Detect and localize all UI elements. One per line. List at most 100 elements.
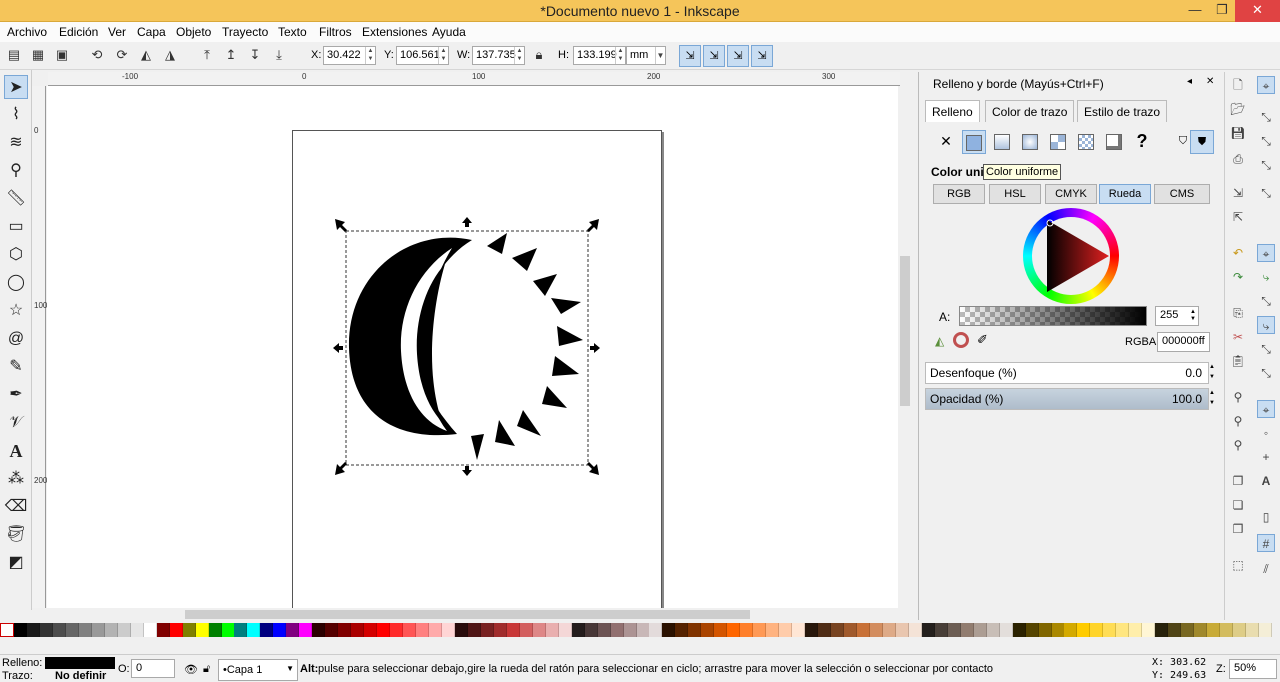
color-swatch[interactable] <box>39 623 53 637</box>
fill-rule-nonzero-icon[interactable]: ⛊ <box>1190 130 1214 154</box>
layer-visibility-icon[interactable]: 👁︎ <box>184 663 198 676</box>
snap-paths-icon[interactable]: ⤷ <box>1257 268 1275 286</box>
color-swatch[interactable] <box>454 623 468 637</box>
save-icon[interactable]: 💾︎ <box>1229 124 1247 142</box>
mode-cms[interactable]: CMS <box>1154 184 1210 204</box>
color-swatch[interactable] <box>117 623 131 637</box>
zoom-page-icon[interactable]: ⚲ <box>1229 436 1247 454</box>
print-icon[interactable]: ⎙ <box>1229 150 1247 168</box>
copy-icon[interactable]: ⎘ <box>1229 304 1247 322</box>
mode-hsl[interactable]: HSL <box>989 184 1041 204</box>
raise-icon[interactable]: ↥ <box>222 46 240 64</box>
mode-wheel[interactable]: Rueda <box>1099 184 1151 204</box>
menu-capa[interactable]: Capa <box>137 25 166 39</box>
color-swatch[interactable] <box>234 623 248 637</box>
w-field[interactable]: 137.735 ▲ ▼ <box>472 46 525 65</box>
color-swatch[interactable] <box>1259 623 1273 637</box>
pencil-tool-icon[interactable]: ✎ <box>4 355 28 379</box>
no-paint-button[interactable]: ✕ <box>934 130 958 154</box>
color-swatch[interactable] <box>156 623 170 637</box>
color-swatch[interactable] <box>1116 623 1130 637</box>
no-color-swatch[interactable] <box>0 623 14 637</box>
menu-ver[interactable]: Ver <box>108 25 126 39</box>
snap-page-icon[interactable]: ▯ <box>1257 508 1275 526</box>
color-swatch[interactable] <box>338 623 352 637</box>
close-dialog-icon[interactable]: ✕ <box>1206 76 1214 87</box>
flip-horizontal-icon[interactable]: ◭ <box>137 46 155 64</box>
color-swatch[interactable] <box>493 623 507 637</box>
redo-icon[interactable]: ↷ <box>1229 268 1247 286</box>
snap-bbox-corners-icon[interactable]: ⤡ <box>1257 156 1275 174</box>
moon-sun-artwork[interactable] <box>348 233 583 460</box>
color-swatch[interactable] <box>908 623 922 637</box>
snap-center-icon[interactable]: ◦ <box>1257 424 1275 442</box>
tab-color-de-trazo[interactable]: Color de trazo <box>985 100 1075 122</box>
color-swatch[interactable] <box>701 623 715 637</box>
color-swatch[interactable] <box>78 623 92 637</box>
color-swatch[interactable] <box>947 623 961 637</box>
y-field[interactable]: 106.561 ▲ ▼ <box>396 46 449 65</box>
w-stepper[interactable]: ▲ ▼ <box>514 47 524 64</box>
snap-guides-icon[interactable]: ⫽ <box>1257 560 1275 578</box>
color-swatch[interactable] <box>986 623 1000 637</box>
color-swatch[interactable] <box>364 623 378 637</box>
color-swatch[interactable] <box>441 623 455 637</box>
transform-gradients-toggle[interactable]: ⇲ <box>727 45 749 67</box>
eraser-tool-icon[interactable]: ⌫ <box>4 495 28 519</box>
new-document-icon[interactable]: 🗋 <box>1229 76 1247 94</box>
color-swatch[interactable] <box>1168 623 1182 637</box>
node-tool-icon[interactable]: ⌇ <box>4 103 28 127</box>
color-swatch[interactable] <box>999 623 1013 637</box>
h-field[interactable]: 133.199 ▲ ▼ <box>573 46 626 65</box>
pattern-button[interactable] <box>1074 130 1098 154</box>
select-all-icon[interactable]: ▤ <box>5 46 23 64</box>
alpha-stepper[interactable]: ▲ ▼ <box>1190 309 1196 323</box>
color-swatch[interactable] <box>1220 623 1234 637</box>
transform-patterns-toggle[interactable]: ⇲ <box>751 45 773 67</box>
color-swatch[interactable] <box>286 623 300 637</box>
color-swatch[interactable] <box>1155 623 1169 637</box>
h-stepper[interactable]: ▲ ▼ <box>615 47 625 64</box>
flip-vertical-icon[interactable]: ◮ <box>161 46 179 64</box>
color-swatch[interactable] <box>208 623 222 637</box>
color-swatch[interactable] <box>519 623 533 637</box>
rotate-ccw-icon[interactable]: ⟲ <box>88 46 106 64</box>
deselect-icon[interactable]: ▣ <box>53 46 71 64</box>
y-stepper[interactable]: ▲ ▼ <box>438 47 448 64</box>
spray-tool-icon[interactable]: ⁂ <box>4 467 28 491</box>
rotate-cw-icon[interactable]: ⟳ <box>113 46 131 64</box>
select-all-layers-icon[interactable]: ▦ <box>29 46 47 64</box>
color-swatch[interactable] <box>1077 623 1091 637</box>
snap-nodes-icon[interactable]: ⌖ <box>1257 244 1275 262</box>
color-swatch[interactable] <box>818 623 832 637</box>
color-swatch[interactable] <box>545 623 559 637</box>
color-swatch[interactable] <box>623 623 637 637</box>
color-swatch[interactable] <box>169 623 183 637</box>
color-swatch[interactable] <box>65 623 79 637</box>
menu-filtros[interactable]: Filtros <box>319 25 352 39</box>
color-swatch[interactable] <box>882 623 896 637</box>
color-swatch[interactable] <box>247 623 261 637</box>
cut-icon[interactable]: ✂ <box>1229 328 1247 346</box>
color-swatch[interactable] <box>1012 623 1026 637</box>
text-tool-icon[interactable]: A <box>4 439 28 463</box>
linear-gradient-button[interactable] <box>990 130 1014 154</box>
x-field[interactable]: 30.422 ▲ ▼ <box>323 46 376 65</box>
color-swatch[interactable] <box>195 623 209 637</box>
color-swatch[interactable] <box>91 623 105 637</box>
color-swatch[interactable] <box>299 623 313 637</box>
mode-rgb[interactable]: RGB <box>933 184 985 204</box>
menu-ayuda[interactable]: Ayuda <box>432 25 466 39</box>
color-swatch[interactable] <box>597 623 611 637</box>
color-swatch[interactable] <box>688 623 702 637</box>
color-swatch[interactable] <box>221 623 235 637</box>
color-swatch[interactable] <box>14 623 27 637</box>
color-swatch[interactable] <box>325 623 339 637</box>
snap-others-icon[interactable]: ⌖ <box>1257 400 1275 418</box>
color-swatch[interactable] <box>1194 623 1208 637</box>
color-swatch[interactable] <box>52 623 66 637</box>
snap-text-baseline-icon[interactable]: A <box>1257 472 1275 490</box>
snap-bbox-mid-icon[interactable]: ⤡ <box>1257 184 1275 202</box>
lower-to-bottom-icon[interactable]: ⤓ <box>270 46 288 64</box>
color-swatch[interactable] <box>649 623 663 637</box>
